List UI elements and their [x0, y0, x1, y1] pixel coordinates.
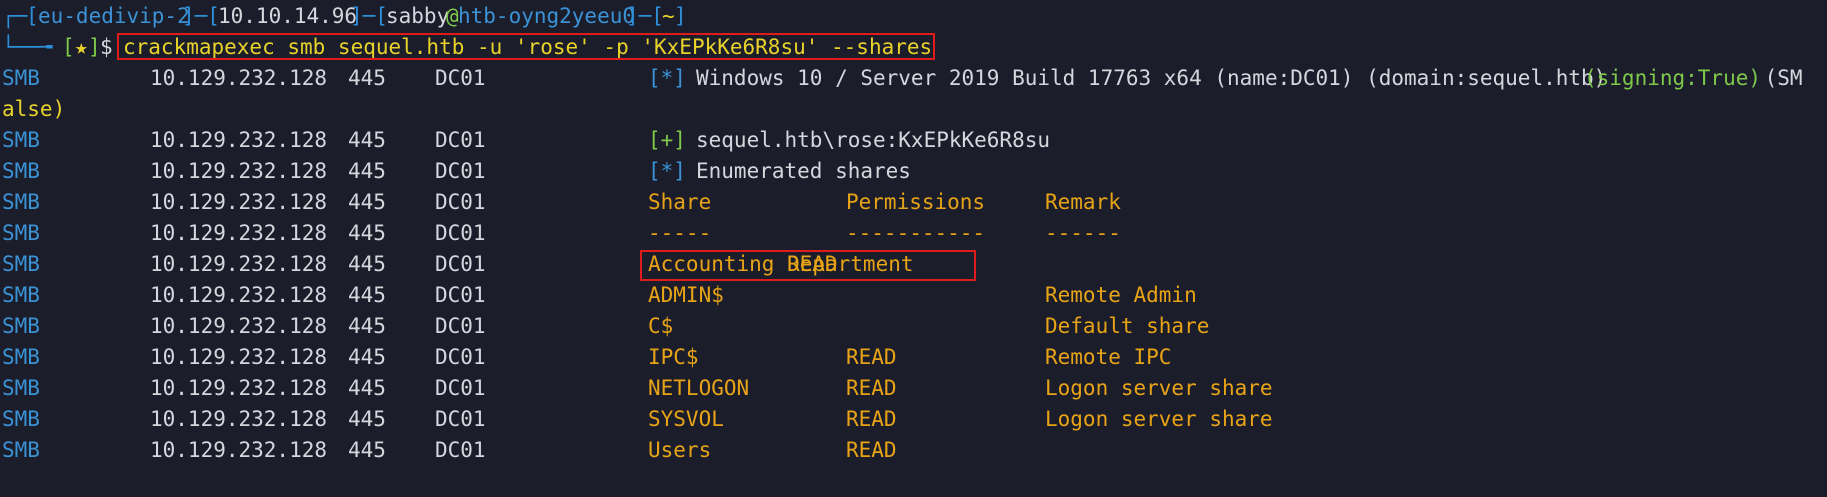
- enum-line: SMB 10.129.232.128 445 DC01 [*] Enumerat…: [0, 156, 911, 187]
- star-icon: ★: [75, 35, 88, 59]
- auth-line: SMB 10.129.232.128 445 DC01 [+] sequel.h…: [0, 125, 1050, 156]
- row-host: DC01: [435, 438, 486, 462]
- separator-share: -----: [648, 221, 712, 245]
- prompt-user: sabby: [386, 4, 450, 28]
- row-host: DC01: [435, 407, 486, 431]
- auth-text: sequel.htb\rose:KxEPkKe6R8su: [696, 128, 1051, 152]
- share-name: SYSVOL: [648, 407, 724, 431]
- row-port: 445: [348, 283, 386, 307]
- separator-remark: ------: [1045, 221, 1121, 245]
- row-ip: 10.129.232.128: [150, 345, 328, 369]
- separator-permissions: -----------: [846, 221, 986, 245]
- row-ip: 10.129.232.128: [150, 376, 328, 400]
- row-ip: 10.129.232.128: [150, 252, 328, 276]
- header-remark: Remark: [1045, 190, 1121, 214]
- accounting-highlight-box: [640, 250, 976, 281]
- row-ip: 10.129.232.128: [150, 283, 328, 307]
- enum-text: Enumerated shares: [696, 159, 911, 183]
- share-name: C$: [648, 314, 674, 338]
- row-proto: SMB: [2, 252, 40, 276]
- command-highlight-box: [117, 33, 935, 60]
- share-name: ADMIN$: [648, 283, 724, 307]
- row-proto: SMB: [2, 345, 40, 369]
- info-wrap-text: alse): [2, 97, 66, 121]
- row-host: DC01: [435, 345, 486, 369]
- prompt-corner-bottom: └──╼: [2, 35, 53, 59]
- share-remark: Remote Admin: [1045, 283, 1197, 307]
- share-name: IPC$: [648, 345, 699, 369]
- share-name: NETLOGON: [648, 376, 750, 400]
- prompt-dir: ~: [662, 4, 675, 28]
- header-share: Share: [648, 190, 712, 214]
- share-remark: Default share: [1045, 314, 1210, 338]
- info-wrap-line: alse): [0, 94, 65, 125]
- prompt-at: @: [446, 4, 459, 28]
- target-port: 445: [348, 66, 386, 90]
- share-remark: Logon server share: [1045, 407, 1273, 431]
- info-text: Windows 10 / Server 2019 Build 17763 x64…: [696, 66, 1619, 90]
- prompt-corner-top: ┌─: [2, 4, 28, 28]
- share-permissions: READ: [846, 438, 897, 462]
- target-ip: 10.129.232.128: [150, 66, 328, 90]
- prompt-command-line: └──╼ [ ★ ] $ crackmapexec smb sequel.htb…: [0, 32, 932, 63]
- row-port: 445: [348, 314, 386, 338]
- signing-text: (signing:True): [1584, 66, 1762, 90]
- prompt-host: eu-dedivip-2: [38, 4, 190, 28]
- share-permissions: READ: [846, 407, 897, 431]
- proto-label: SMB: [2, 66, 40, 90]
- info-line: SMB 10.129.232.128 445 DC01 [*] Windows …: [0, 63, 1803, 94]
- row-port: 445: [348, 438, 386, 462]
- info-rest: (SM: [1752, 66, 1803, 90]
- prompt-ip: 10.10.14.96: [218, 4, 358, 28]
- row-host: DC01: [435, 252, 486, 276]
- share-remark: Logon server share: [1045, 376, 1273, 400]
- target-host: DC01: [435, 66, 486, 90]
- shares-header-line: SMB 10.129.232.128 445 DC01 Share Permis…: [0, 187, 1121, 218]
- row-ip: 10.129.232.128: [150, 314, 328, 338]
- share-name: Users: [648, 438, 712, 462]
- row-proto: SMB: [2, 407, 40, 431]
- row-proto: SMB: [2, 314, 40, 338]
- shares-separator-line: SMB 10.129.232.128 445 DC01 ----- ------…: [0, 218, 1121, 249]
- row-proto: SMB: [2, 438, 40, 462]
- row-host: DC01: [435, 376, 486, 400]
- row-port: 445: [348, 252, 386, 276]
- row-host: DC01: [435, 314, 486, 338]
- prompt-dollar: $: [100, 35, 113, 59]
- share-permissions: READ: [846, 376, 897, 400]
- row-ip: 10.129.232.128: [150, 407, 328, 431]
- info-marker: [*]: [648, 66, 686, 90]
- prompt-machine: htb-oyng2yeeu0: [458, 4, 636, 28]
- share-permissions: READ: [846, 345, 897, 369]
- row-proto: SMB: [2, 283, 40, 307]
- header-permissions: Permissions: [846, 190, 986, 214]
- prompt-header-line: ┌─ [ eu-dedivip-2 ]─[ 10.10.14.96 ]─[ sa…: [0, 1, 687, 32]
- row-ip: 10.129.232.128: [150, 438, 328, 462]
- terminal-window[interactable]: ┌─ [ eu-dedivip-2 ]─[ 10.10.14.96 ]─[ sa…: [0, 0, 1827, 468]
- row-host: DC01: [435, 283, 486, 307]
- row-port: 445: [348, 407, 386, 431]
- share-remark: Remote IPC: [1045, 345, 1172, 369]
- row-port: 445: [348, 376, 386, 400]
- auth-marker: [+]: [648, 128, 686, 152]
- row-proto: SMB: [2, 376, 40, 400]
- enum-marker: [*]: [648, 159, 686, 183]
- row-port: 445: [348, 345, 386, 369]
